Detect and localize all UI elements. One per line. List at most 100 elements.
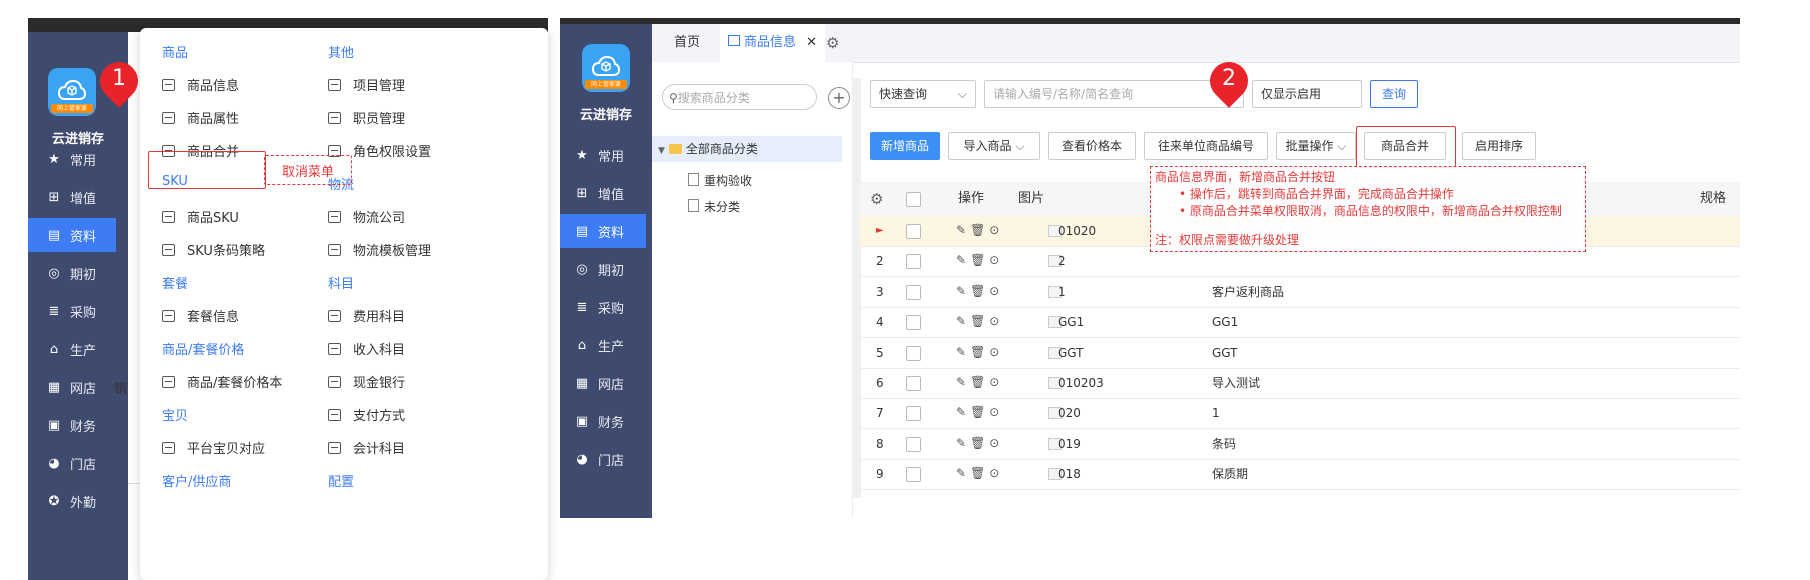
delete-icon[interactable]: 🗑 [970,345,989,359]
sidebar-item[interactable]: ▣ 财务 [560,404,652,438]
enable-sort-button[interactable]: 启用排序 [1462,132,1536,160]
add-category-button[interactable]: + [828,87,850,109]
sidebar-item[interactable]: ⊞ 增值 [28,180,128,214]
menu-item[interactable]: 商品/套餐价格本 [162,372,282,391]
sidebar-item[interactable]: ≣ 采购 [560,290,652,324]
sidebar-item[interactable]: ⌂ 生产 [560,328,652,362]
delete-icon[interactable]: 🗑 [970,253,989,267]
menu-item[interactable]: 项目管理 [328,75,405,94]
menu-item[interactable]: 费用科目 [328,306,405,325]
more-icon[interactable]: ⊙ [989,466,1003,480]
only-enabled-select[interactable]: 仅显示启用 [1252,80,1362,108]
more-icon[interactable]: ⊙ [989,253,1003,267]
sidebar-item[interactable]: ◕ 门店 [560,442,652,476]
menu-item[interactable]: 物流公司 [328,207,405,226]
sidebar-item[interactable]: ▦ 网店 [560,366,652,400]
app-logo[interactable]: 网上管家婆 [48,68,96,116]
row-checkbox[interactable] [906,376,921,391]
sidebar-item[interactable]: ◎ 期初 [560,252,652,286]
sidebar-item[interactable]: ⊞ 增值 [560,176,652,210]
select-all-checkbox[interactable] [906,192,921,207]
tree-root[interactable]: ▼ 全部商品分类 [652,136,842,162]
menu-item[interactable]: SKU条码策略 [162,240,265,259]
edit-icon[interactable]: ✎ [956,466,970,480]
row-checkbox[interactable] [906,436,921,452]
import-product-button[interactable]: 导入商品 ⌵ [948,132,1040,160]
edit-icon[interactable]: ✎ [956,436,970,450]
query-button[interactable]: 查询 [1370,80,1418,108]
edit-icon[interactable]: ✎ [956,284,970,298]
table-row[interactable]: 4 ✎🗑⊙ GG1 GG1 [860,307,1740,339]
price-book-button[interactable]: 查看价格本 [1048,132,1136,160]
category-search-input[interactable]: ⚲搜索商品分类 [662,84,817,110]
table-row[interactable]: 8 ✎🗑⊙ 019 条码 [860,429,1740,460]
more-icon[interactable]: ⊙ [989,436,1003,450]
menu-item[interactable]: 商品属性 [162,108,239,127]
delete-icon[interactable]: 🗑 [970,223,989,237]
settings-icon[interactable]: ⚙ [826,24,839,62]
delete-icon[interactable]: 🗑 [970,405,989,419]
table-row[interactable]: 5 ✎🗑⊙ GGT GGT [860,338,1740,369]
sidebar-item[interactable]: ▦ 网店 [28,370,128,404]
menu-item[interactable]: 收入科目 [328,339,405,358]
table-row[interactable]: 7 ✎🗑⊙ 020 1 [860,398,1740,430]
tree-item[interactable]: 重构验收 [688,172,752,189]
edit-icon[interactable]: ✎ [956,223,970,237]
add-product-button[interactable]: 新增商品 [870,132,940,160]
sidebar-item[interactable]: ▤ 资料 [28,218,116,252]
sidebar-item[interactable]: ⌂ 生产 [28,332,128,366]
sidebar-item[interactable]: ▤ 资料 [560,214,646,248]
delete-icon[interactable]: 🗑 [970,284,989,298]
tree-item[interactable]: 未分类 [688,198,740,215]
table-row[interactable]: 3 ✎🗑⊙ 1 客户返利商品 [860,277,1740,308]
row-checkbox[interactable] [906,284,921,300]
delete-icon[interactable]: 🗑 [970,466,989,480]
edit-icon[interactable]: ✎ [956,345,970,359]
sidebar-item[interactable]: ★ 常用 [28,142,128,176]
more-icon[interactable]: ⊙ [989,345,1003,359]
menu-item[interactable]: 物流模板管理 [328,240,431,259]
menu-item[interactable]: 商品信息 [162,75,239,94]
edit-icon[interactable]: ✎ [956,375,970,389]
table-row[interactable]: 6 ✎🗑⊙ 010203 导入测试 [860,368,1740,399]
quick-query-select[interactable]: 快速查询 ⌵ [870,80,976,108]
menu-item[interactable]: 现金银行 [328,372,405,391]
table-row[interactable]: 9 ✎🗑⊙ 018 保质期 [860,459,1740,491]
app-logo[interactable]: 网上管家婆 [582,44,630,92]
close-icon[interactable]: ✕ [806,35,817,50]
sidebar-item[interactable]: ≣ 采购 [28,294,128,328]
edit-icon[interactable]: ✎ [956,405,970,419]
more-icon[interactable]: ⊙ [989,314,1003,328]
menu-item[interactable]: 会计科目 [328,438,405,457]
partner-code-button[interactable]: 往来单位商品编号 [1144,132,1268,160]
sidebar-item[interactable]: ◕ 门店 [28,446,128,480]
more-icon[interactable]: ⊙ [989,405,1003,419]
tab-home[interactable]: 首页 [674,24,700,62]
edit-icon[interactable]: ✎ [956,253,970,267]
more-icon[interactable]: ⊙ [989,284,1003,298]
more-icon[interactable]: ⊙ [989,223,1003,237]
row-checkbox[interactable] [906,467,921,483]
tab-product-info[interactable]: 商品信息 ✕ [720,24,826,62]
row-checkbox[interactable] [906,254,921,270]
menu-item[interactable]: 支付方式 [328,405,405,424]
menu-item[interactable]: 套餐信息 [162,306,239,325]
delete-icon[interactable]: 🗑 [970,436,989,450]
sidebar-item[interactable]: ▣ 财务 [28,408,128,442]
settings-icon[interactable]: ⚙ [870,182,883,216]
row-checkbox[interactable] [906,315,921,331]
keyword-input[interactable]: 请输入编号/名称/简名查询 [984,80,1244,108]
sidebar-item[interactable]: ✪ 外勤 [28,484,128,518]
more-icon[interactable]: ⊙ [989,375,1003,389]
menu-item[interactable]: 商品SKU [162,207,239,226]
row-checkbox[interactable] [906,224,921,239]
edit-icon[interactable]: ✎ [956,314,970,328]
delete-icon[interactable]: 🗑 [970,375,989,389]
delete-icon[interactable]: 🗑 [970,314,989,328]
menu-item[interactable]: 职员管理 [328,108,405,127]
sidebar-item[interactable]: ◎ 期初 [28,256,128,290]
sidebar-item[interactable]: ★ 常用 [560,138,652,172]
row-checkbox[interactable] [906,406,921,422]
menu-item[interactable]: 平台宝贝对应 [162,438,265,457]
batch-ops-button[interactable]: 批量操作 ⌵ [1276,132,1356,160]
